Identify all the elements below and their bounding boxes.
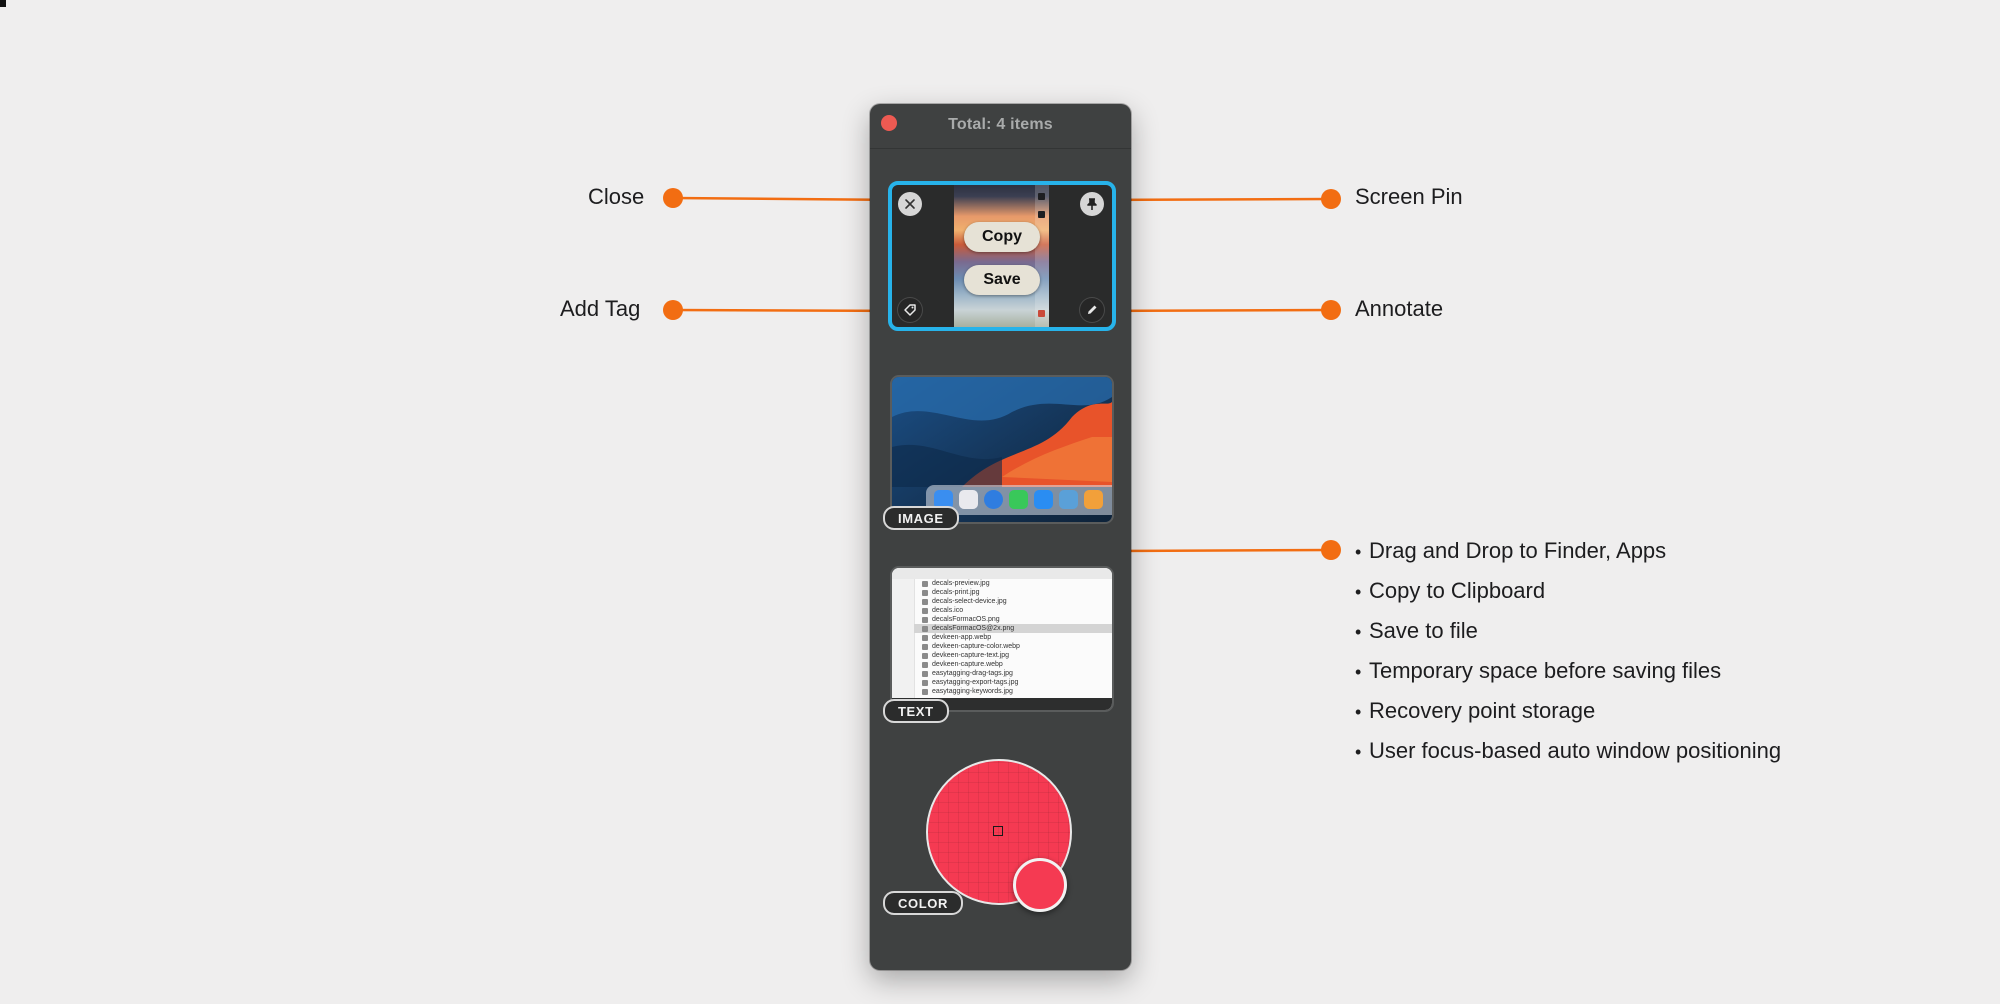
add-tag-callout-dot	[663, 300, 683, 320]
pencil-icon[interactable]	[1080, 298, 1104, 322]
file-row: decals-print.jpg	[922, 588, 979, 597]
features-callout-dot	[1321, 540, 1341, 560]
file-row: decals.ico	[922, 606, 963, 615]
titlebar[interactable]: Total: 4 items	[870, 104, 1131, 149]
image-badge: IMAGE	[883, 506, 959, 530]
image-card[interactable]	[890, 375, 1114, 524]
screenshot-card[interactable]: Copy Save	[888, 181, 1116, 331]
color-badge: COLOR	[883, 891, 963, 915]
feature-item: • Temporary space before saving files	[1355, 658, 1722, 683]
pin-icon[interactable]	[1080, 192, 1104, 216]
feature-item: • Save to file	[1355, 618, 1478, 643]
window-title: Total: 4 items	[948, 116, 1053, 133]
file-row: decals-preview.jpg	[922, 579, 990, 588]
feature-list: • Drag and Drop to Finder, Apps • Copy to …	[1355, 535, 1781, 775]
annotate-callout-label: Annotate	[1355, 296, 1444, 321]
feature-item: • Copy to Clipboard	[1355, 578, 1546, 603]
close-icon[interactable]	[898, 192, 922, 216]
file-row: devkeen-capture-text.jpg	[922, 651, 1009, 660]
tag-icon[interactable]	[898, 298, 922, 322]
file-row: devkeen-capture.webp	[922, 660, 1003, 669]
file-row: devkeen-app.webp	[922, 633, 991, 642]
annotate-callout-dot	[1321, 300, 1341, 320]
copy-button[interactable]: Copy	[964, 222, 1040, 252]
file-row: decalsFormacOS.png	[922, 615, 1000, 624]
screen-pin-callout-label: Screen Pin	[1355, 184, 1463, 209]
text-card[interactable]: decals-preview.jpg decals-print.jpg deca…	[890, 566, 1114, 712]
text-badge: TEXT	[883, 699, 949, 723]
features-callout-line	[1100, 548, 1332, 553]
file-row: decals-select-device.jpg	[922, 597, 1007, 606]
feature-item: • User focus-based auto window positionin…	[1355, 738, 1782, 763]
close-callout-label: Close	[588, 184, 645, 209]
feature-item: • Recovery point storage	[1355, 698, 1596, 723]
color-picker-cursor	[993, 826, 1003, 836]
feature-item: • Drag and Drop to Finder, Apps	[1355, 538, 1667, 563]
file-row: decalsFormacOS@2x.png	[922, 624, 1014, 633]
file-row: devkeen-capture-color.webp	[922, 642, 1020, 651]
add-tag-callout-label: Add Tag	[560, 296, 641, 321]
color-sample[interactable]	[1013, 858, 1067, 912]
save-button[interactable]: Save	[964, 265, 1040, 295]
clipboard-panel: Total: 4 items Copy Save IMAGE decals-pr…	[870, 104, 1131, 970]
screenshot-thumbnail	[954, 185, 1049, 327]
close-callout-dot	[663, 188, 683, 208]
file-row: easytagging-keywords.jpg	[922, 687, 1013, 696]
screen-pin-callout-dot	[1321, 189, 1341, 209]
file-row: easytagging-export-tags.jpg	[922, 678, 1018, 687]
file-row: easytagging-drag-tags.jpg	[922, 669, 1013, 678]
